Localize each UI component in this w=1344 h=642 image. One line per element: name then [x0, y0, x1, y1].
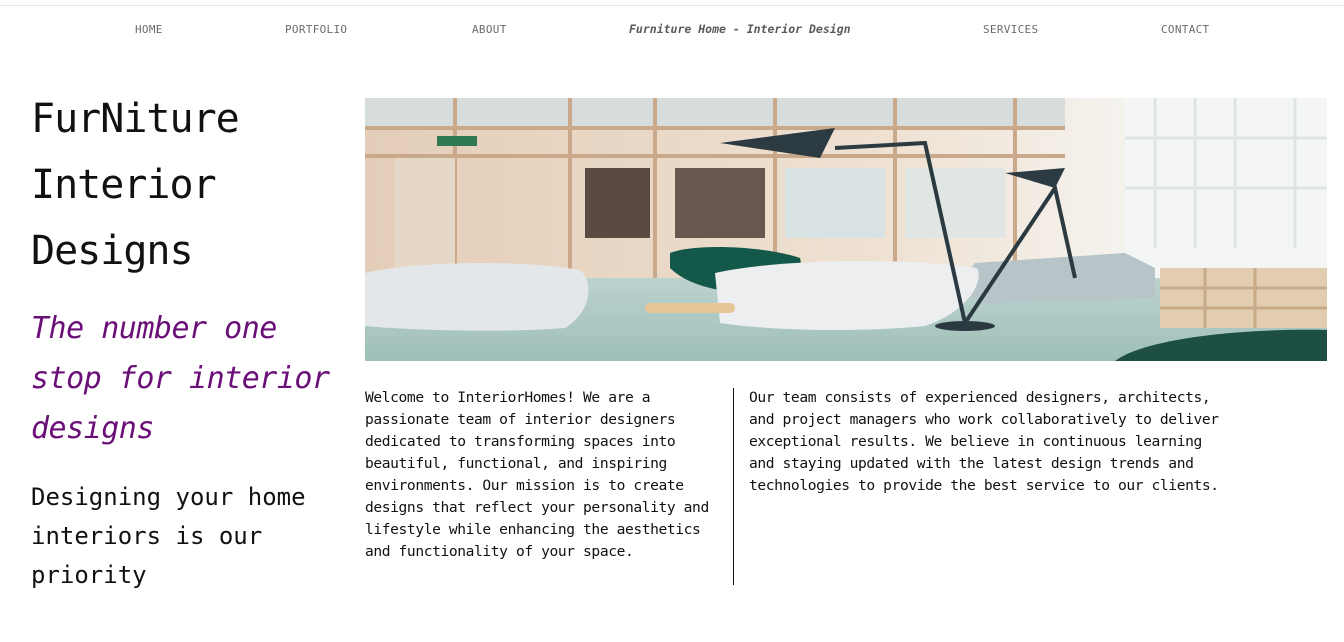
hero-priority-text: Designing your home interiors is our pri… — [31, 483, 306, 589]
hero-title-line-3: Designs — [31, 228, 194, 274]
about-paragraph-2: Our team consists of experienced designe… — [749, 389, 1219, 494]
main-navigation: HOME PORTFOLIO ABOUT Furniture Home - In… — [0, 14, 1344, 46]
hero-tagline: The number one stop for interior designs — [31, 311, 330, 446]
about-paragraph-1: Welcome to InteriorHomes! We are a passi… — [365, 389, 709, 560]
hero-title-line-1: FurNiture — [31, 96, 240, 142]
hero-intro: FurNiture Interior Designs The number on… — [31, 86, 341, 595]
nav-contact-link[interactable]: CONTACT — [1161, 23, 1209, 36]
nav-portfolio-link[interactable]: PORTFOLIO — [285, 23, 347, 36]
nav-about-link[interactable]: ABOUT — [472, 23, 507, 36]
hero-title: FurNiture Interior Designs — [31, 86, 341, 284]
nav-brand-title[interactable]: Furniture Home - Interior Design — [629, 22, 851, 36]
hero-title-line-2: Interior — [31, 162, 217, 208]
about-column-2: Our team consists of experienced designe… — [749, 387, 1219, 497]
nav-services-link[interactable]: SERVICES — [983, 23, 1038, 36]
top-border — [0, 0, 1344, 6]
column-divider — [733, 388, 734, 585]
hero-interior-photo — [365, 98, 1327, 361]
about-column-1: Welcome to InteriorHomes! We are a passi… — [365, 387, 715, 563]
nav-home-link[interactable]: HOME — [135, 23, 163, 36]
